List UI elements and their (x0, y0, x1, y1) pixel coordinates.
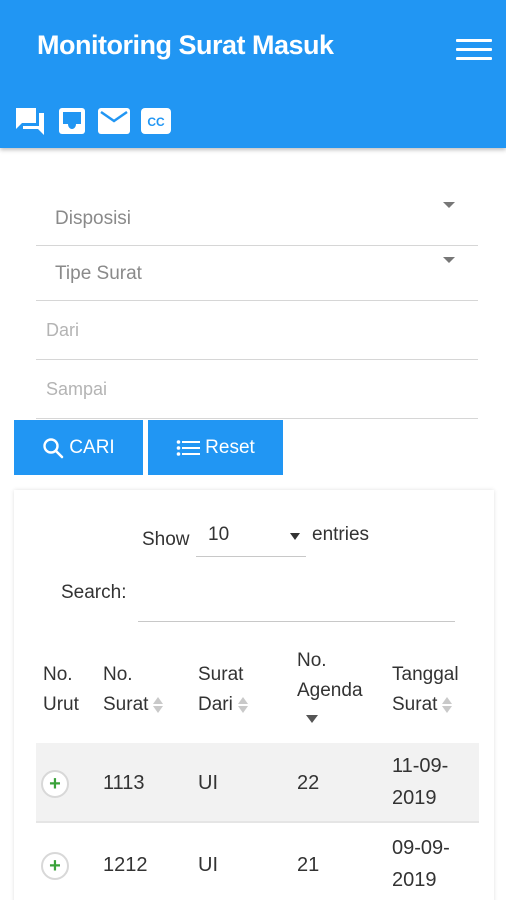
closed-caption-icon[interactable]: CC (140, 105, 172, 137)
table-row[interactable]: + 1113 UI 22 11-09- 2019 (36, 743, 479, 823)
th-no-urut-line1: No. (43, 664, 73, 685)
th-tanggal-surat[interactable]: Tanggal Surat (392, 660, 459, 720)
inbox-icon[interactable] (56, 105, 88, 137)
dari-date-input[interactable]: Dari (36, 302, 478, 360)
th-surat-dari-line2: Dari (198, 694, 233, 715)
list-icon (176, 439, 201, 456)
svg-text:CC: CC (147, 115, 165, 129)
expand-row-icon[interactable]: + (41, 770, 69, 798)
cell-tanggal-line2: 2019 (392, 869, 437, 891)
sampai-date-input[interactable]: Sampai (36, 361, 478, 419)
th-no-surat[interactable]: No. Surat (103, 660, 164, 720)
cari-label: CARI (69, 436, 115, 458)
entries-label: entries (312, 524, 370, 545)
tipe-surat-select[interactable]: Tipe Surat (36, 247, 478, 301)
search-label: Search: (61, 582, 127, 603)
page-length-select[interactable]: 10 (196, 520, 306, 557)
disposisi-label: Disposisi (55, 208, 132, 229)
th-no-surat-line1: No. (103, 664, 133, 685)
cell-no-agenda: 22 (297, 772, 320, 794)
app-title: Monitoring Surat Masuk (37, 30, 334, 60)
th-no-urut-line2: Urut (43, 694, 79, 715)
th-surat-dari-line1: Surat (198, 664, 244, 685)
cell-tanggal-line1: 11-09- (392, 755, 449, 777)
chevron-down-icon (443, 202, 455, 208)
th-no-surat-line2: Surat (103, 694, 149, 715)
th-no-agenda-line2: Agenda (297, 680, 363, 701)
sampai-placeholder: Sampai (46, 379, 108, 399)
mail-icon[interactable] (98, 105, 130, 137)
cell-tanggal-line2: 2019 (392, 787, 437, 809)
app-header: Monitoring Surat Masuk CC (0, 0, 506, 148)
th-no-urut[interactable]: No. Urut (43, 660, 79, 720)
cell-no-surat: 1212 (103, 854, 148, 876)
tipe-surat-label: Tipe Surat (55, 263, 142, 284)
cell-tanggal-line1: 09-09- (392, 837, 450, 859)
reset-button[interactable]: Reset (148, 420, 283, 475)
th-tanggal-surat-line1: Tanggal (392, 664, 459, 685)
cell-no-agenda: 21 (297, 854, 320, 876)
chevron-down-icon (443, 257, 455, 263)
show-label: Show (142, 529, 190, 550)
sort-icon (152, 696, 164, 714)
th-tanggal-surat-line2: Surat (392, 694, 438, 715)
sort-desc-icon (306, 715, 318, 723)
dari-placeholder: Dari (46, 320, 80, 340)
th-no-agenda[interactable]: No. Agenda (297, 646, 363, 706)
reset-label: Reset (205, 436, 255, 458)
cari-button[interactable]: CARI (14, 420, 143, 475)
cell-surat-dari: UI (198, 854, 218, 876)
th-surat-dari[interactable]: Surat Dari (198, 660, 249, 720)
sort-icon (237, 696, 249, 714)
toolbar: CC (14, 104, 172, 138)
disposisi-select[interactable]: Disposisi (36, 192, 478, 246)
caret-down-icon (290, 533, 300, 540)
cell-surat-dari: UI (198, 772, 218, 794)
search-input[interactable] (138, 621, 455, 622)
th-no-agenda-line1: No. (297, 650, 327, 671)
forum-icon[interactable] (14, 105, 46, 137)
sort-icon (441, 696, 453, 714)
page-length-value: 10 (208, 524, 230, 545)
cell-no-surat: 1113 (103, 772, 145, 794)
menu-icon[interactable] (456, 39, 492, 63)
table-row[interactable]: + 1212 UI 21 09-09- 2019 (36, 825, 479, 900)
search-icon (43, 437, 64, 458)
expand-row-icon[interactable]: + (41, 852, 69, 880)
